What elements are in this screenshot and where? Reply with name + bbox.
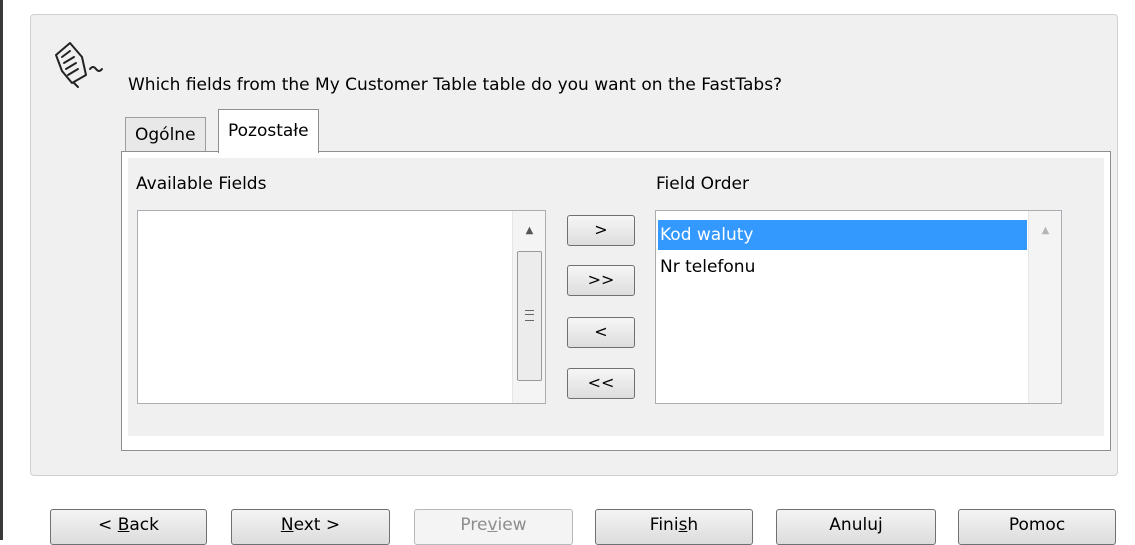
field-order-label: Field Order <box>656 174 749 194</box>
tab-pozostale[interactable]: Pozostałe <box>218 109 319 153</box>
grip-icon <box>525 310 534 321</box>
wizard-wand-icon <box>55 42 103 88</box>
field-order-list[interactable]: Kod waluty Nr telefonu ▲ <box>655 210 1062 404</box>
remove-field-button[interactable]: < <box>567 317 635 348</box>
remove-all-fields-button[interactable]: << <box>567 368 635 399</box>
window-edge <box>0 0 3 540</box>
tab-ogolne[interactable]: Ogólne <box>125 117 206 151</box>
add-field-button[interactable]: > <box>567 215 635 246</box>
wizard-question: Which fields from the My Customer Table … <box>128 75 783 95</box>
scroll-up-arrow-icon[interactable]: ▲ <box>513 225 546 236</box>
scroll-thumb[interactable] <box>517 251 542 381</box>
field-order-scrollbar[interactable]: ▲ <box>1028 211 1061 403</box>
available-fields-list[interactable]: ▲ <box>137 210 546 404</box>
list-item[interactable]: Kod waluty <box>658 220 1027 250</box>
available-fields-scrollbar[interactable]: ▲ <box>512 211 545 403</box>
available-fields-label: Available Fields <box>136 174 267 194</box>
add-all-fields-button[interactable]: >> <box>567 265 635 296</box>
list-item[interactable]: Nr telefonu <box>658 252 755 282</box>
scroll-up-arrow-icon[interactable]: ▲ <box>1029 225 1062 236</box>
